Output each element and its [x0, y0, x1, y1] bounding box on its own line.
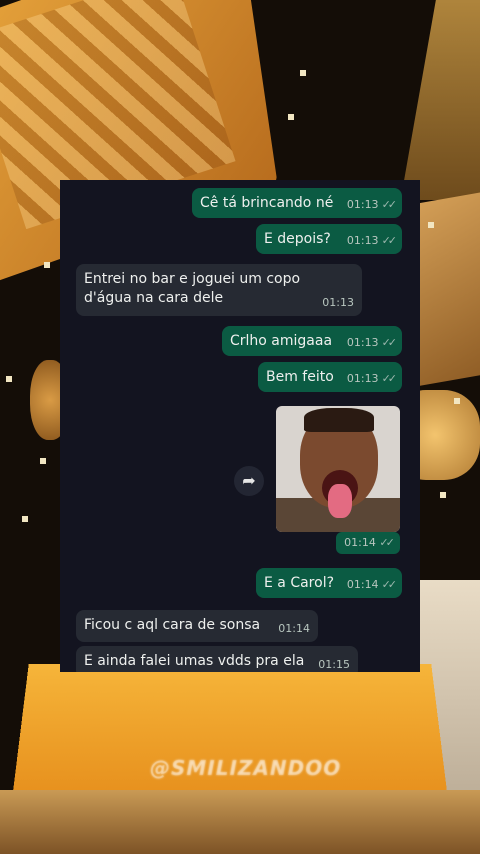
background-block [0, 790, 480, 854]
chat-screenshot: Cê tá brincando né 01:13 ✓✓ E depois? 01:… [60, 180, 420, 672]
photo-time: 01:14 ✓✓ [336, 532, 400, 554]
message-list: Cê tá brincando né 01:13 ✓✓ E depois? 01:… [60, 180, 420, 672]
background-star [6, 376, 12, 382]
double-check-icon: ✓✓ [381, 234, 398, 247]
message-time: 01:13 ✓✓ [346, 372, 398, 385]
message-text: Ficou c aql cara de sonsa [84, 617, 261, 633]
message-time: 01:13 ✓✓ [346, 336, 398, 349]
double-check-icon: ✓✓ [381, 372, 398, 385]
photo-tongue [328, 484, 352, 518]
message-bubble[interactable]: E depois? 01:13 ✓✓ [256, 224, 402, 254]
message-time: 01:13 [322, 296, 354, 309]
message-time: 01:15 [318, 658, 350, 671]
message-text: Entrei no bar e joguei um copo d'água na… [84, 271, 301, 306]
background-star [288, 114, 294, 120]
message-bubble[interactable]: Bem feito 01:13 ✓✓ [258, 362, 402, 392]
message-bubble[interactable]: Crlho amigaaa 01:13 ✓✓ [222, 326, 402, 356]
photo-hair [304, 408, 374, 432]
message-bubble[interactable]: E a Carol? 01:14 ✓✓ [256, 568, 402, 598]
message-text: E ainda falei umas vdds pra ela [84, 653, 305, 669]
message-time: 01:14 ✓✓ [346, 578, 398, 591]
background-star [454, 398, 460, 404]
background-star [440, 492, 446, 498]
background-block [400, 0, 480, 200]
watermark: @SMILIZANDOO [150, 756, 342, 780]
background-star [44, 262, 50, 268]
double-check-icon: ✓✓ [381, 578, 398, 591]
message-bubble[interactable]: E ainda falei umas vdds pra ela 01:15 [76, 646, 358, 672]
forward-icon[interactable]: ➦ [234, 466, 264, 496]
background-star [428, 222, 434, 228]
message-bubble[interactable]: Entrei no bar e joguei um copo d'água na… [76, 264, 362, 316]
message-bubble[interactable]: Ficou c aql cara de sonsa 01:14 [76, 610, 318, 642]
message-time: 01:14 [278, 622, 310, 635]
message-time: 01:13 ✓✓ [346, 198, 398, 211]
double-check-icon: ✓✓ [378, 536, 394, 549]
double-check-icon: ✓✓ [381, 336, 398, 349]
background-star [300, 70, 306, 76]
message-bubble[interactable]: Cê tá brincando né 01:13 ✓✓ [192, 188, 402, 218]
double-check-icon: ✓✓ [381, 198, 398, 211]
background-star [40, 458, 46, 464]
background-star [22, 516, 28, 522]
photo-message[interactable] [276, 406, 400, 532]
message-time: 01:13 ✓✓ [346, 234, 398, 247]
